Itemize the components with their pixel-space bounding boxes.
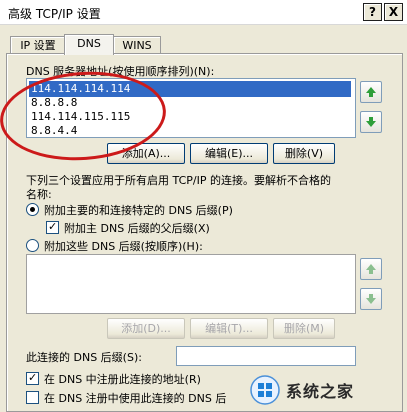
connection-suffix-label: 此连接的 DNS 后缀(S): xyxy=(26,351,142,364)
checkbox-register-address-label: 在 DNS 中注册此连接的地址(R) xyxy=(44,373,201,386)
delete-dns-button[interactable]: 删除(V) xyxy=(273,143,335,164)
dns-servers-label: DNS 服务器地址(按使用顺序排列)(N): xyxy=(26,65,215,78)
help-button[interactable]: ? xyxy=(363,3,382,21)
add-dns-button[interactable]: 添加(A)... xyxy=(107,143,185,164)
tab-wins[interactable]: WINS xyxy=(113,36,161,54)
radio-these-suffixes[interactable] xyxy=(26,239,39,252)
arrow-up-icon xyxy=(366,264,376,274)
checkbox-use-suffix-label: 在 DNS 注册中使用此连接的 DNS 后 xyxy=(44,392,227,405)
tab-dns[interactable]: DNS xyxy=(64,34,114,55)
watermark-text: 系统之家 xyxy=(286,382,355,401)
window-title: 高级 TCP/IP 设置 xyxy=(8,7,101,21)
windows-logo-icon xyxy=(250,375,280,405)
title-bar: 高级 TCP/IP 设置 ? X xyxy=(0,0,407,25)
add-suffix-button[interactable]: 添加(D)... xyxy=(107,318,185,339)
checkbox-parent-suffix[interactable]: ✓ xyxy=(46,220,59,234)
suffix-move-down-button[interactable] xyxy=(360,288,382,310)
suffix-description-line1: 下列三个设置应用于所有启用 TCP/IP 的连接。要解析不合格的 xyxy=(26,174,331,187)
edit-dns-button[interactable]: 编辑(E)... xyxy=(190,143,268,164)
arrow-down-icon xyxy=(366,117,376,127)
radio-primary-suffixes-label: 附加主要的和连接特定的 DNS 后缀(P) xyxy=(44,204,233,217)
delete-suffix-button[interactable]: 删除(M) xyxy=(273,318,335,339)
move-down-button[interactable] xyxy=(360,111,382,133)
arrow-down-icon xyxy=(366,294,376,304)
suffix-move-up-button[interactable] xyxy=(360,258,382,280)
checkbox-parent-suffix-label: 附加主 DNS 后缀的父后缀(X) xyxy=(64,222,210,235)
close-button[interactable]: X xyxy=(384,3,403,21)
dns-server-item[interactable]: 8.8.4.4 xyxy=(29,123,77,139)
watermark: 系统之家 xyxy=(250,372,400,408)
checkbox-use-suffix[interactable] xyxy=(26,391,39,404)
edit-suffix-button[interactable]: 编辑(T)... xyxy=(190,318,268,339)
checkbox-register-address[interactable]: ✓ xyxy=(26,371,39,385)
arrow-up-icon xyxy=(366,87,376,97)
suffix-list[interactable] xyxy=(26,254,356,314)
move-up-button[interactable] xyxy=(360,81,382,103)
radio-primary-suffixes[interactable] xyxy=(26,203,39,216)
radio-these-suffixes-label: 附加这些 DNS 后缀(按顺序)(H): xyxy=(44,240,203,253)
suffix-description-line2: 名称: xyxy=(26,188,52,201)
connection-suffix-input[interactable] xyxy=(176,346,356,366)
dns-servers-list[interactable]: 114.114.114.114 8.8.8.8 114.114.115.115 … xyxy=(26,78,356,138)
tab-ip-settings[interactable]: IP 设置 xyxy=(10,36,66,54)
